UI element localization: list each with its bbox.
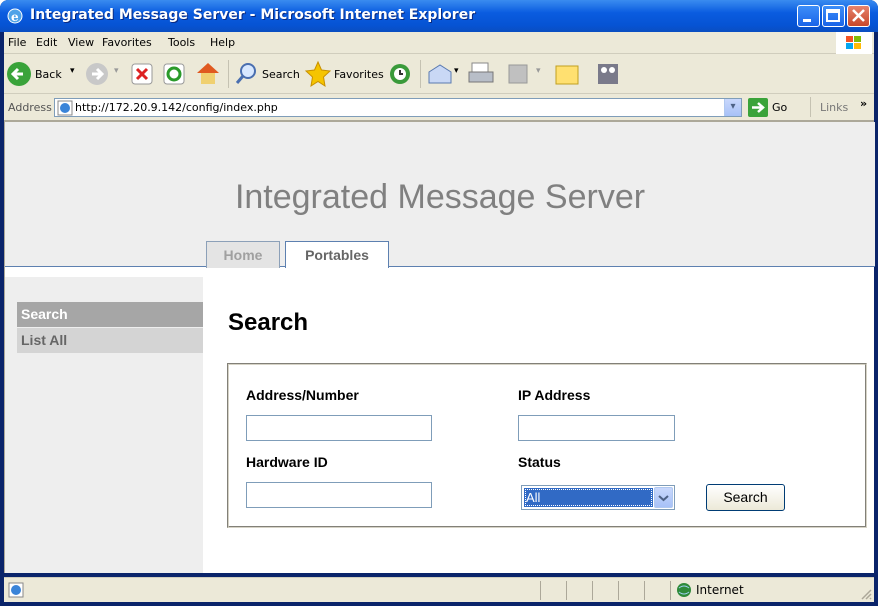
tab-home[interactable]: Home [206, 241, 280, 268]
history-icon[interactable] [388, 62, 412, 86]
messenger-icon[interactable] [594, 60, 622, 88]
address-bar: Address http://172.20.9.142/config/index… [4, 94, 874, 120]
menu-edit[interactable]: Edit [36, 36, 57, 49]
edit-dropdown-icon[interactable]: ▾ [536, 66, 541, 76]
status-select[interactable]: All [521, 485, 675, 510]
menu-tools[interactable]: Tools [168, 36, 195, 49]
search-icon[interactable] [234, 61, 260, 87]
page-content: Integrated Message Server Home Portables… [4, 120, 875, 573]
address-number-label: Address/Number [246, 387, 359, 403]
favorites-star-icon[interactable] [304, 60, 332, 88]
address-input[interactable]: http://172.20.9.142/config/index.php ▾ [54, 98, 742, 117]
internet-explorer-icon: e [7, 8, 23, 24]
close-icon [852, 9, 865, 22]
ip-address-label: IP Address [518, 387, 591, 403]
mail-dropdown-icon[interactable]: ▾ [454, 66, 459, 76]
site-title: Integrated Message Server [234, 178, 646, 216]
menu-favorites[interactable]: Favorites [102, 36, 152, 49]
go-button[interactable]: Go [772, 101, 787, 114]
menu-bar: File Edit View Favorites Tools Help [4, 32, 874, 54]
address-number-input[interactable] [246, 415, 432, 441]
hardware-id-input[interactable] [246, 482, 432, 508]
browser-window: e Integrated Message Server - Microsoft … [0, 0, 878, 606]
menu-help[interactable]: Help [210, 36, 235, 49]
print-icon[interactable] [466, 60, 496, 88]
tab-portables[interactable]: Portables [285, 241, 389, 268]
refresh-icon[interactable] [162, 62, 186, 86]
search-button-label[interactable]: Search [262, 68, 300, 81]
back-dropdown-icon[interactable]: ▾ [70, 66, 75, 76]
search-button[interactable]: Search [706, 484, 785, 511]
links-label[interactable]: Links [820, 101, 848, 114]
security-zone-label: Internet [696, 583, 744, 597]
svg-text:e: e [11, 10, 19, 24]
edit-icon[interactable] [507, 63, 529, 85]
address-dropdown-icon[interactable]: ▾ [724, 99, 741, 116]
chevron-down-icon[interactable] [654, 487, 673, 508]
window-title: Integrated Message Server - Microsoft In… [30, 7, 476, 23]
status-bar: Internet [4, 577, 874, 602]
standard-toolbar: Back ▾ ▾ Search Favorites ▾ ▾ [4, 54, 874, 94]
minimize-button[interactable] [797, 5, 820, 27]
links-chevron-icon[interactable]: » [860, 97, 867, 110]
home-icon[interactable] [194, 60, 222, 86]
page-heading: Search [228, 309, 309, 336]
discuss-icon[interactable] [554, 62, 580, 88]
status-label: Status [518, 454, 561, 470]
maximize-button[interactable] [822, 5, 845, 27]
sidebar-item-list-all[interactable]: List All [17, 328, 203, 353]
resize-grip-icon[interactable] [860, 588, 872, 600]
minimize-icon [803, 19, 811, 22]
address-url: http://172.20.9.142/config/index.php [75, 101, 278, 114]
favorites-button-label[interactable]: Favorites [334, 68, 384, 81]
back-arrow-icon[interactable] [6, 61, 32, 87]
title-bar: e Integrated Message Server - Microsoft … [0, 0, 878, 32]
status-selected-value: All [524, 488, 653, 507]
internet-zone-globe-icon [677, 583, 691, 597]
menu-file[interactable]: File [8, 36, 26, 49]
forward-arrow-icon[interactable] [85, 62, 109, 86]
page-status-icon [8, 582, 24, 598]
menu-view[interactable]: View [68, 36, 94, 49]
mail-icon[interactable] [426, 62, 454, 86]
page-icon [57, 100, 73, 116]
go-arrow-icon[interactable] [748, 98, 768, 117]
back-button-label[interactable]: Back [35, 68, 62, 81]
windows-logo-area [836, 32, 872, 54]
stop-icon[interactable] [130, 62, 154, 86]
hardware-id-label: Hardware ID [246, 454, 328, 470]
sidebar-item-search[interactable]: Search [17, 302, 203, 327]
search-form: Address/Number IP Address Hardware ID St… [227, 363, 867, 528]
windows-flag-icon [846, 36, 861, 49]
site-header: Integrated Message Server Home Portables [5, 122, 875, 268]
address-label: Address [8, 101, 52, 114]
ip-address-input[interactable] [518, 415, 675, 441]
close-button[interactable] [847, 5, 870, 27]
maximize-icon [826, 9, 840, 22]
forward-dropdown-icon[interactable]: ▾ [114, 66, 119, 76]
sidebar: Search List All [5, 277, 203, 573]
